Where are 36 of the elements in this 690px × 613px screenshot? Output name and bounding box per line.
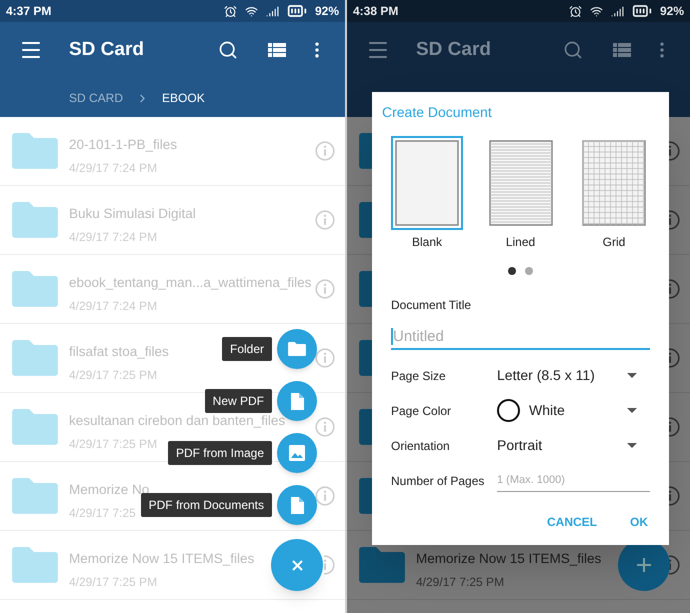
dialog-title: Create Document [382,103,493,122]
battery-level: 92% [314,3,339,20]
file-date: 4/29/17 7:25 PM [416,574,504,591]
fab-label: PDF from Image [168,441,272,465]
file-name: Buku Simulasi Digital [69,205,196,224]
breadcrumb[interactable]: SD CARD [69,89,124,107]
file-name: Memorize Now 15 ITEMS_files [69,550,254,568]
setting-label: Page Color [391,402,452,420]
fab-label: Folder [222,337,272,361]
dropdown[interactable]: Portrait [497,435,650,456]
status-time: 4:38 PM [353,3,398,20]
fab-label: PDF from Documents [140,493,272,517]
setting-label: Page Size [391,368,447,384]
setting-label: Number of Pages [391,472,486,490]
app-title: SD Card [416,38,491,62]
file-name: kesultanan cirebon dan banten_files [69,412,286,430]
file-name: filsafat stoa_files [69,343,169,362]
dropdown[interactable]: Letter (8.5 x 11) [497,365,650,386]
app-title: SD Card [69,38,144,62]
battery-level: 92% [660,3,684,20]
file-name: 20-101-1-PB_files [69,136,178,154]
template-option[interactable]: Grid [576,136,652,251]
pages-input-field[interactable]: 1 (Max. 1000) [497,470,650,492]
file-name: ebook_tentang_man...a_wattimena_files [69,274,312,292]
file-name: Memorize Now 15 ITEMS_files [416,550,602,568]
title-input-field[interactable]: Untitled [391,324,650,350]
fab-label: New PDF [204,389,272,413]
field-label: Document Title [391,297,472,314]
dialog-button[interactable]: OK [630,513,648,531]
color-name: White [529,401,566,420]
breadcrumb[interactable]: EBOOK [162,89,205,107]
template-option[interactable]: Lined [482,136,558,251]
color-dropdown[interactable]: White [497,399,650,422]
dialog-button[interactable]: CANCEL [547,513,597,531]
status-time: 4:37 PM [6,3,52,20]
setting-label: Orientation [391,438,451,454]
